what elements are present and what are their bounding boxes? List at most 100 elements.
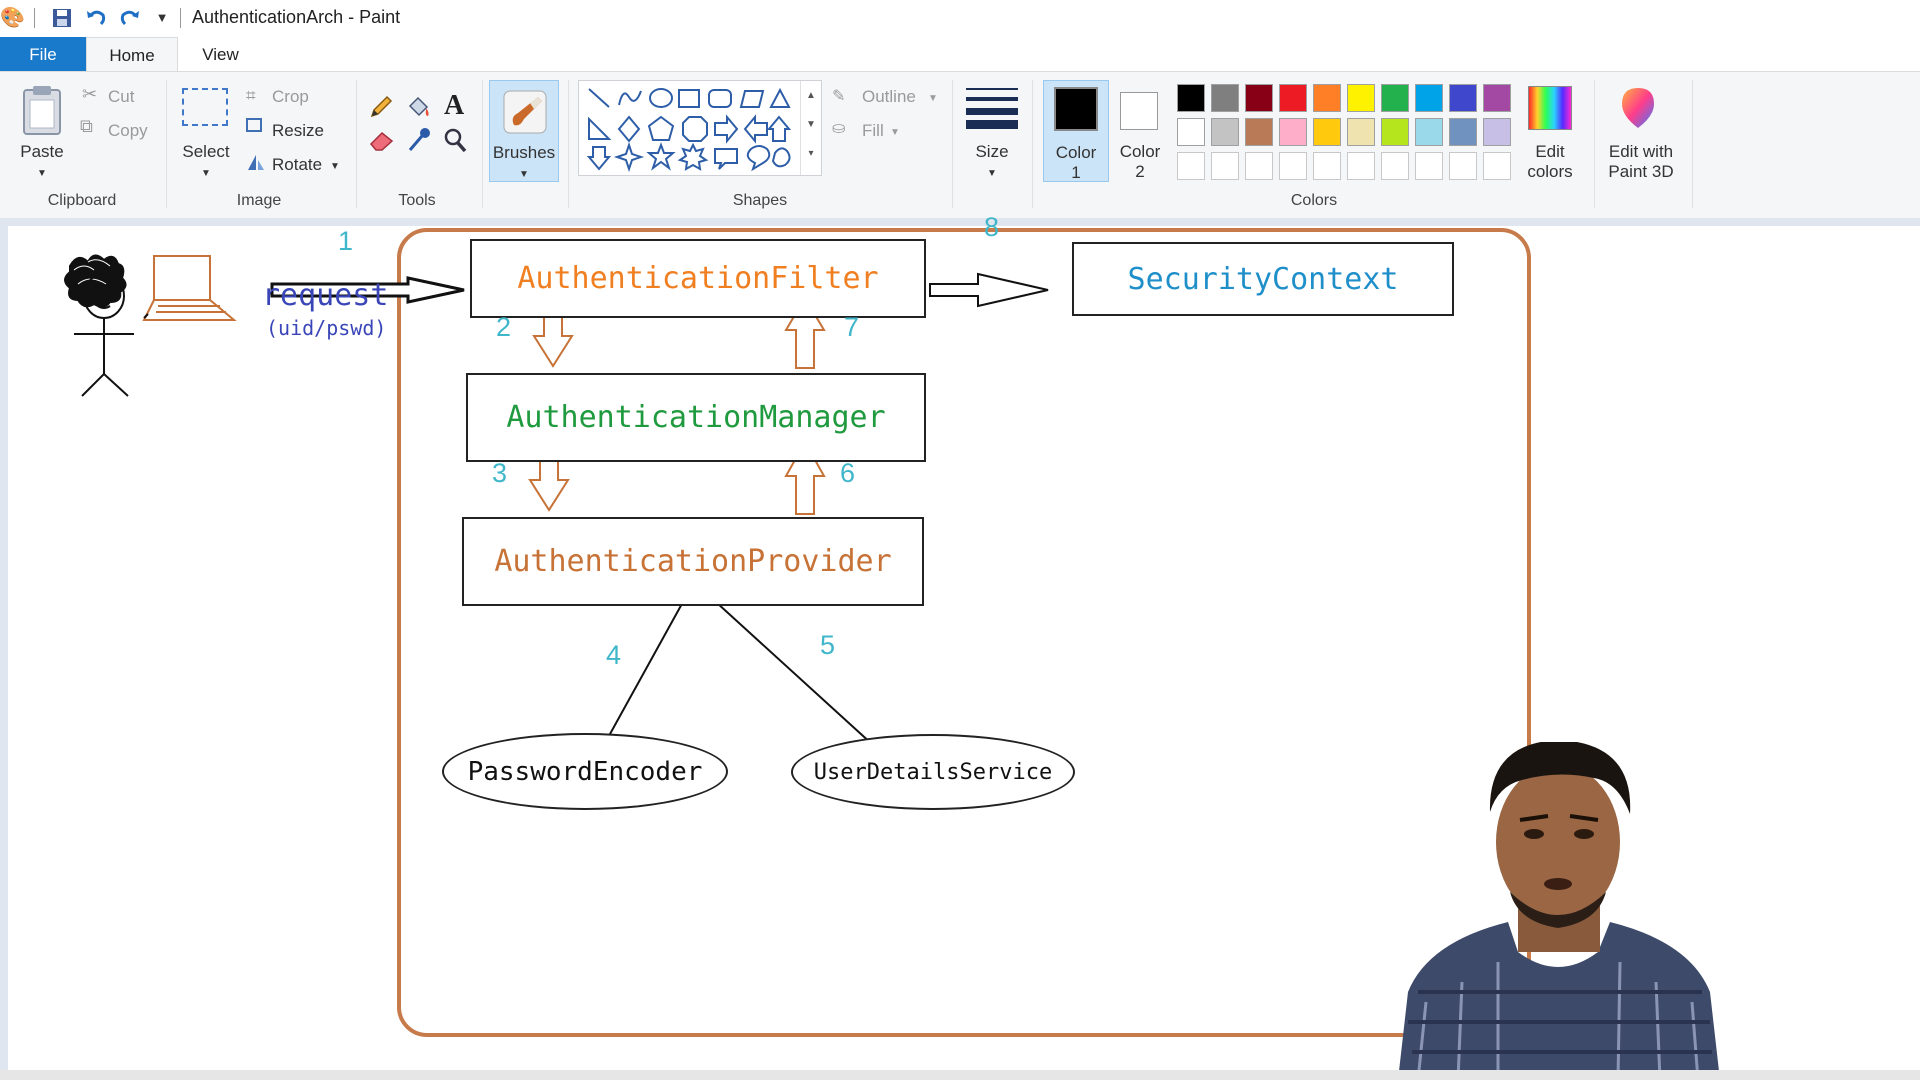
palette-swatch[interactable] (1245, 84, 1273, 112)
pencil-icon[interactable] (368, 94, 394, 120)
palette-custom-slot[interactable] (1279, 152, 1307, 180)
size-label[interactable]: Size (962, 142, 1022, 161)
palette-custom-slot[interactable] (1313, 152, 1341, 180)
palette-swatch[interactable] (1245, 118, 1273, 146)
title-bar: 🎨 ▼ AuthenticationArch - Paint (0, 0, 1920, 37)
edit-colors-label-1[interactable]: Edit (1514, 142, 1586, 161)
palette-swatch[interactable] (1381, 118, 1409, 146)
authentication-manager-box[interactable]: AuthenticationManager (466, 373, 926, 462)
palette-custom-slot[interactable] (1415, 152, 1443, 180)
palette-custom-slot[interactable] (1347, 152, 1375, 180)
brushes-button[interactable]: Brushes ▼ (489, 80, 559, 182)
fill-dropdown-icon[interactable]: ▼ (890, 123, 900, 142)
paint3d-icon[interactable] (1616, 84, 1660, 132)
palette-custom-slot[interactable] (1211, 152, 1239, 180)
tab-view[interactable]: View (178, 37, 263, 72)
cut-icon[interactable]: ✂ (82, 84, 97, 105)
rotate-icon[interactable] (245, 152, 267, 172)
palette-swatch[interactable] (1211, 84, 1239, 112)
authentication-filter-box[interactable]: AuthenticationFilter (470, 239, 926, 318)
size-dropdown-icon[interactable]: ▼ (984, 164, 1000, 183)
crop-button[interactable]: Crop (272, 87, 309, 106)
security-context-box[interactable]: SecurityContext (1072, 242, 1454, 316)
palette-swatch[interactable] (1313, 118, 1341, 146)
customize-arrow-icon[interactable]: ▼ (150, 6, 174, 30)
horizontal-scrollbar[interactable] (0, 1070, 1920, 1080)
palette-custom-slot[interactable] (1381, 152, 1409, 180)
palette-swatch[interactable] (1347, 118, 1375, 146)
window-title: AuthenticationArch - Paint (192, 7, 401, 27)
text-tool-icon[interactable]: A (444, 90, 464, 122)
ribbon-tabs: File Home View (0, 37, 1920, 73)
color1-swatch (1054, 87, 1098, 131)
rotate-button[interactable]: Rotate (272, 155, 322, 174)
group-separator (1032, 80, 1033, 208)
resize-icon[interactable] (246, 118, 262, 132)
outline-icon[interactable]: ✎ (832, 86, 845, 106)
paste-label[interactable]: Paste (12, 142, 72, 161)
fill-icon[interactable]: ⛀ (832, 118, 845, 138)
outline-button[interactable]: Outline (862, 87, 916, 106)
shapes-gallery-scroll[interactable]: ▲ ▼ ▾ (800, 81, 821, 175)
color-picker-icon[interactable] (406, 126, 432, 154)
eraser-icon[interactable] (368, 128, 396, 152)
palette-swatch[interactable] (1415, 118, 1443, 146)
palette-swatch[interactable] (1415, 84, 1443, 112)
crop-icon[interactable]: ⌗ (246, 86, 256, 106)
palette-swatch[interactable] (1279, 118, 1307, 146)
fill-bucket-icon[interactable] (404, 94, 432, 120)
tab-home[interactable]: Home (86, 37, 178, 73)
select-icon[interactable] (182, 88, 228, 126)
edit-colors-label-2[interactable]: colors (1514, 162, 1586, 181)
select-dropdown-icon[interactable]: ▼ (198, 164, 214, 183)
palette-swatch[interactable] (1313, 84, 1341, 112)
palette-swatch[interactable] (1449, 118, 1477, 146)
user-details-service-ellipse[interactable]: UserDetailsService (791, 734, 1075, 810)
color2-button[interactable]: Color 2 (1110, 80, 1174, 182)
palette-swatch[interactable] (1483, 118, 1511, 146)
copy-icon[interactable]: ⧉ (80, 116, 93, 137)
shapes-gallery-icons[interactable] (583, 83, 793, 173)
group-label-colors: Colors (1290, 192, 1338, 209)
edit-colors-icon[interactable] (1528, 86, 1572, 130)
palette-custom-slot[interactable] (1449, 152, 1477, 180)
palette-swatch[interactable] (1279, 84, 1307, 112)
outline-dropdown-icon[interactable]: ▼ (928, 89, 938, 108)
magnifier-icon[interactable] (442, 126, 468, 154)
undo-icon[interactable] (84, 6, 108, 30)
palette-swatch[interactable] (1211, 118, 1239, 146)
palette-custom-slot[interactable] (1483, 152, 1511, 180)
size-icon[interactable] (966, 86, 1018, 130)
ribbon: Paste ▼ ✂ Cut ⧉ Copy Clipboard Select ▼ … (0, 71, 1920, 219)
save-icon[interactable] (50, 6, 74, 30)
color2-label: Color (1119, 142, 1161, 161)
paint3d-label-1[interactable]: Edit with (1596, 142, 1686, 161)
user-figure (64, 254, 134, 397)
step-7-label: 7 (844, 312, 860, 342)
select-label[interactable]: Select (176, 142, 236, 161)
paste-dropdown-icon[interactable]: ▼ (34, 164, 50, 183)
tab-file[interactable]: File (0, 37, 86, 72)
palette-swatch[interactable] (1483, 84, 1511, 112)
fill-button[interactable]: Fill (862, 121, 884, 140)
group-separator (356, 80, 357, 208)
palette-custom-slot[interactable] (1177, 152, 1205, 180)
request-label: request (262, 278, 389, 313)
palette-swatch[interactable] (1177, 84, 1205, 112)
palette-swatch[interactable] (1449, 84, 1477, 112)
cut-button[interactable]: Cut (108, 87, 134, 106)
copy-button[interactable]: Copy (108, 121, 148, 140)
paint-app-icon[interactable]: 🎨 (0, 6, 25, 30)
palette-swatch[interactable] (1177, 118, 1205, 146)
authentication-provider-box[interactable]: AuthenticationProvider (462, 517, 924, 606)
rotate-dropdown-icon[interactable]: ▼ (330, 157, 340, 176)
redo-icon[interactable] (118, 6, 142, 30)
color1-button[interactable]: Color 1 (1043, 80, 1109, 182)
resize-button[interactable]: Resize (272, 121, 324, 140)
palette-swatch[interactable] (1381, 84, 1409, 112)
paste-icon[interactable] (20, 84, 64, 136)
palette-swatch[interactable] (1347, 84, 1375, 112)
password-encoder-ellipse[interactable]: PasswordEncoder (442, 733, 728, 810)
paint3d-label-2[interactable]: Paint 3D (1596, 162, 1686, 181)
palette-custom-slot[interactable] (1245, 152, 1273, 180)
